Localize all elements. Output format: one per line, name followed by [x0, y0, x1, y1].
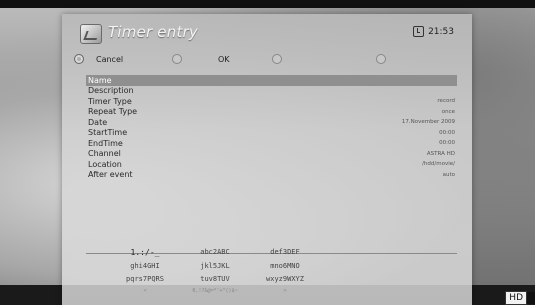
- virtual-keypad: 1.:/-_ abc2ABC def3DEF ghi4GHI jkl5JKL m…: [110, 248, 320, 294]
- yellow-button-icon: [272, 54, 282, 64]
- clock-time: 21:53: [428, 26, 454, 37]
- keypad-key[interactable]: pqrs7PQRS: [110, 275, 180, 283]
- green-button-icon: [172, 54, 182, 64]
- color-button-bar: Cancel OK: [74, 52, 460, 66]
- row-value: record: [437, 98, 455, 105]
- row-channel[interactable]: Channel ASTRA HD: [86, 149, 457, 160]
- row-start-time[interactable]: StartTime 00:00: [86, 128, 457, 139]
- row-value: auto: [442, 171, 455, 178]
- keypad-key[interactable]: ghi4GHI: [110, 262, 180, 270]
- keypad-key[interactable]: tuv8TUV: [180, 275, 250, 283]
- ok-button-label: OK: [218, 54, 230, 64]
- ok-button[interactable]: OK: [172, 52, 270, 66]
- row-label: Repeat Type: [88, 107, 138, 117]
- page-title: Timer entry: [108, 23, 198, 41]
- row-label: Channel: [88, 149, 121, 159]
- hd-badge: HD: [505, 291, 535, 305]
- row-label: Location: [88, 159, 122, 169]
- keypad-key[interactable]: def3DEF: [250, 248, 320, 257]
- row-label: After event: [88, 170, 133, 180]
- yellow-button[interactable]: [270, 52, 368, 66]
- row-location[interactable]: Location /hdd/movie/: [86, 159, 457, 170]
- panel-header: Timer entry 21:53: [62, 14, 472, 48]
- row-value: ASTRA HD: [426, 150, 455, 157]
- row-after-event[interactable]: After event auto: [86, 170, 457, 181]
- row-value: 17.November 2009: [401, 119, 455, 126]
- keypad-key-zero[interactable]: 0,!?&@=*'+"()$~: [180, 288, 250, 294]
- keypad-key-prev[interactable]: <: [110, 288, 180, 294]
- keypad-key[interactable]: abc2ABC: [180, 248, 250, 257]
- row-value: 00:00: [439, 129, 455, 136]
- clock-icon: [413, 26, 425, 37]
- blue-button-icon: [376, 54, 386, 64]
- keypad-key-next[interactable]: >: [250, 288, 320, 294]
- hd-label: HD: [505, 291, 527, 305]
- blue-button[interactable]: [368, 52, 448, 66]
- row-value: 00:00: [439, 140, 455, 147]
- row-label: Description: [88, 86, 134, 96]
- keypad-key[interactable]: wxyz9WXYZ: [250, 275, 320, 283]
- row-label: StartTime: [88, 128, 128, 138]
- row-label: Date: [88, 117, 108, 127]
- row-name[interactable]: Name: [86, 75, 457, 86]
- red-button-icon: [74, 54, 84, 64]
- letterbox-top: [0, 0, 535, 8]
- row-timer-type[interactable]: Timer Type record: [86, 96, 457, 107]
- timer-settings-list: Name Description Timer Type record Repea…: [86, 75, 457, 180]
- hd-mark-icon: [527, 292, 535, 304]
- row-label: Timer Type: [88, 96, 132, 106]
- cancel-button[interactable]: Cancel: [74, 52, 172, 66]
- row-description[interactable]: Description: [86, 86, 457, 97]
- row-end-time[interactable]: EndTime 00:00: [86, 138, 457, 149]
- row-value: /hdd/movie/: [422, 161, 455, 168]
- keypad-key[interactable]: 1.:/-_: [110, 248, 180, 257]
- clock: 21:53: [413, 26, 454, 37]
- row-date[interactable]: Date 17.November 2009: [86, 117, 457, 128]
- cancel-button-label: Cancel: [96, 54, 124, 64]
- row-label: EndTime: [88, 138, 123, 148]
- keypad-key[interactable]: mno6MNO: [250, 262, 320, 270]
- timer-app-icon: [80, 24, 102, 44]
- keypad-key[interactable]: jkl5JKL: [180, 262, 250, 270]
- row-repeat-type[interactable]: Repeat Type once: [86, 107, 457, 118]
- row-label: Name: [88, 75, 112, 85]
- row-value: once: [441, 108, 455, 115]
